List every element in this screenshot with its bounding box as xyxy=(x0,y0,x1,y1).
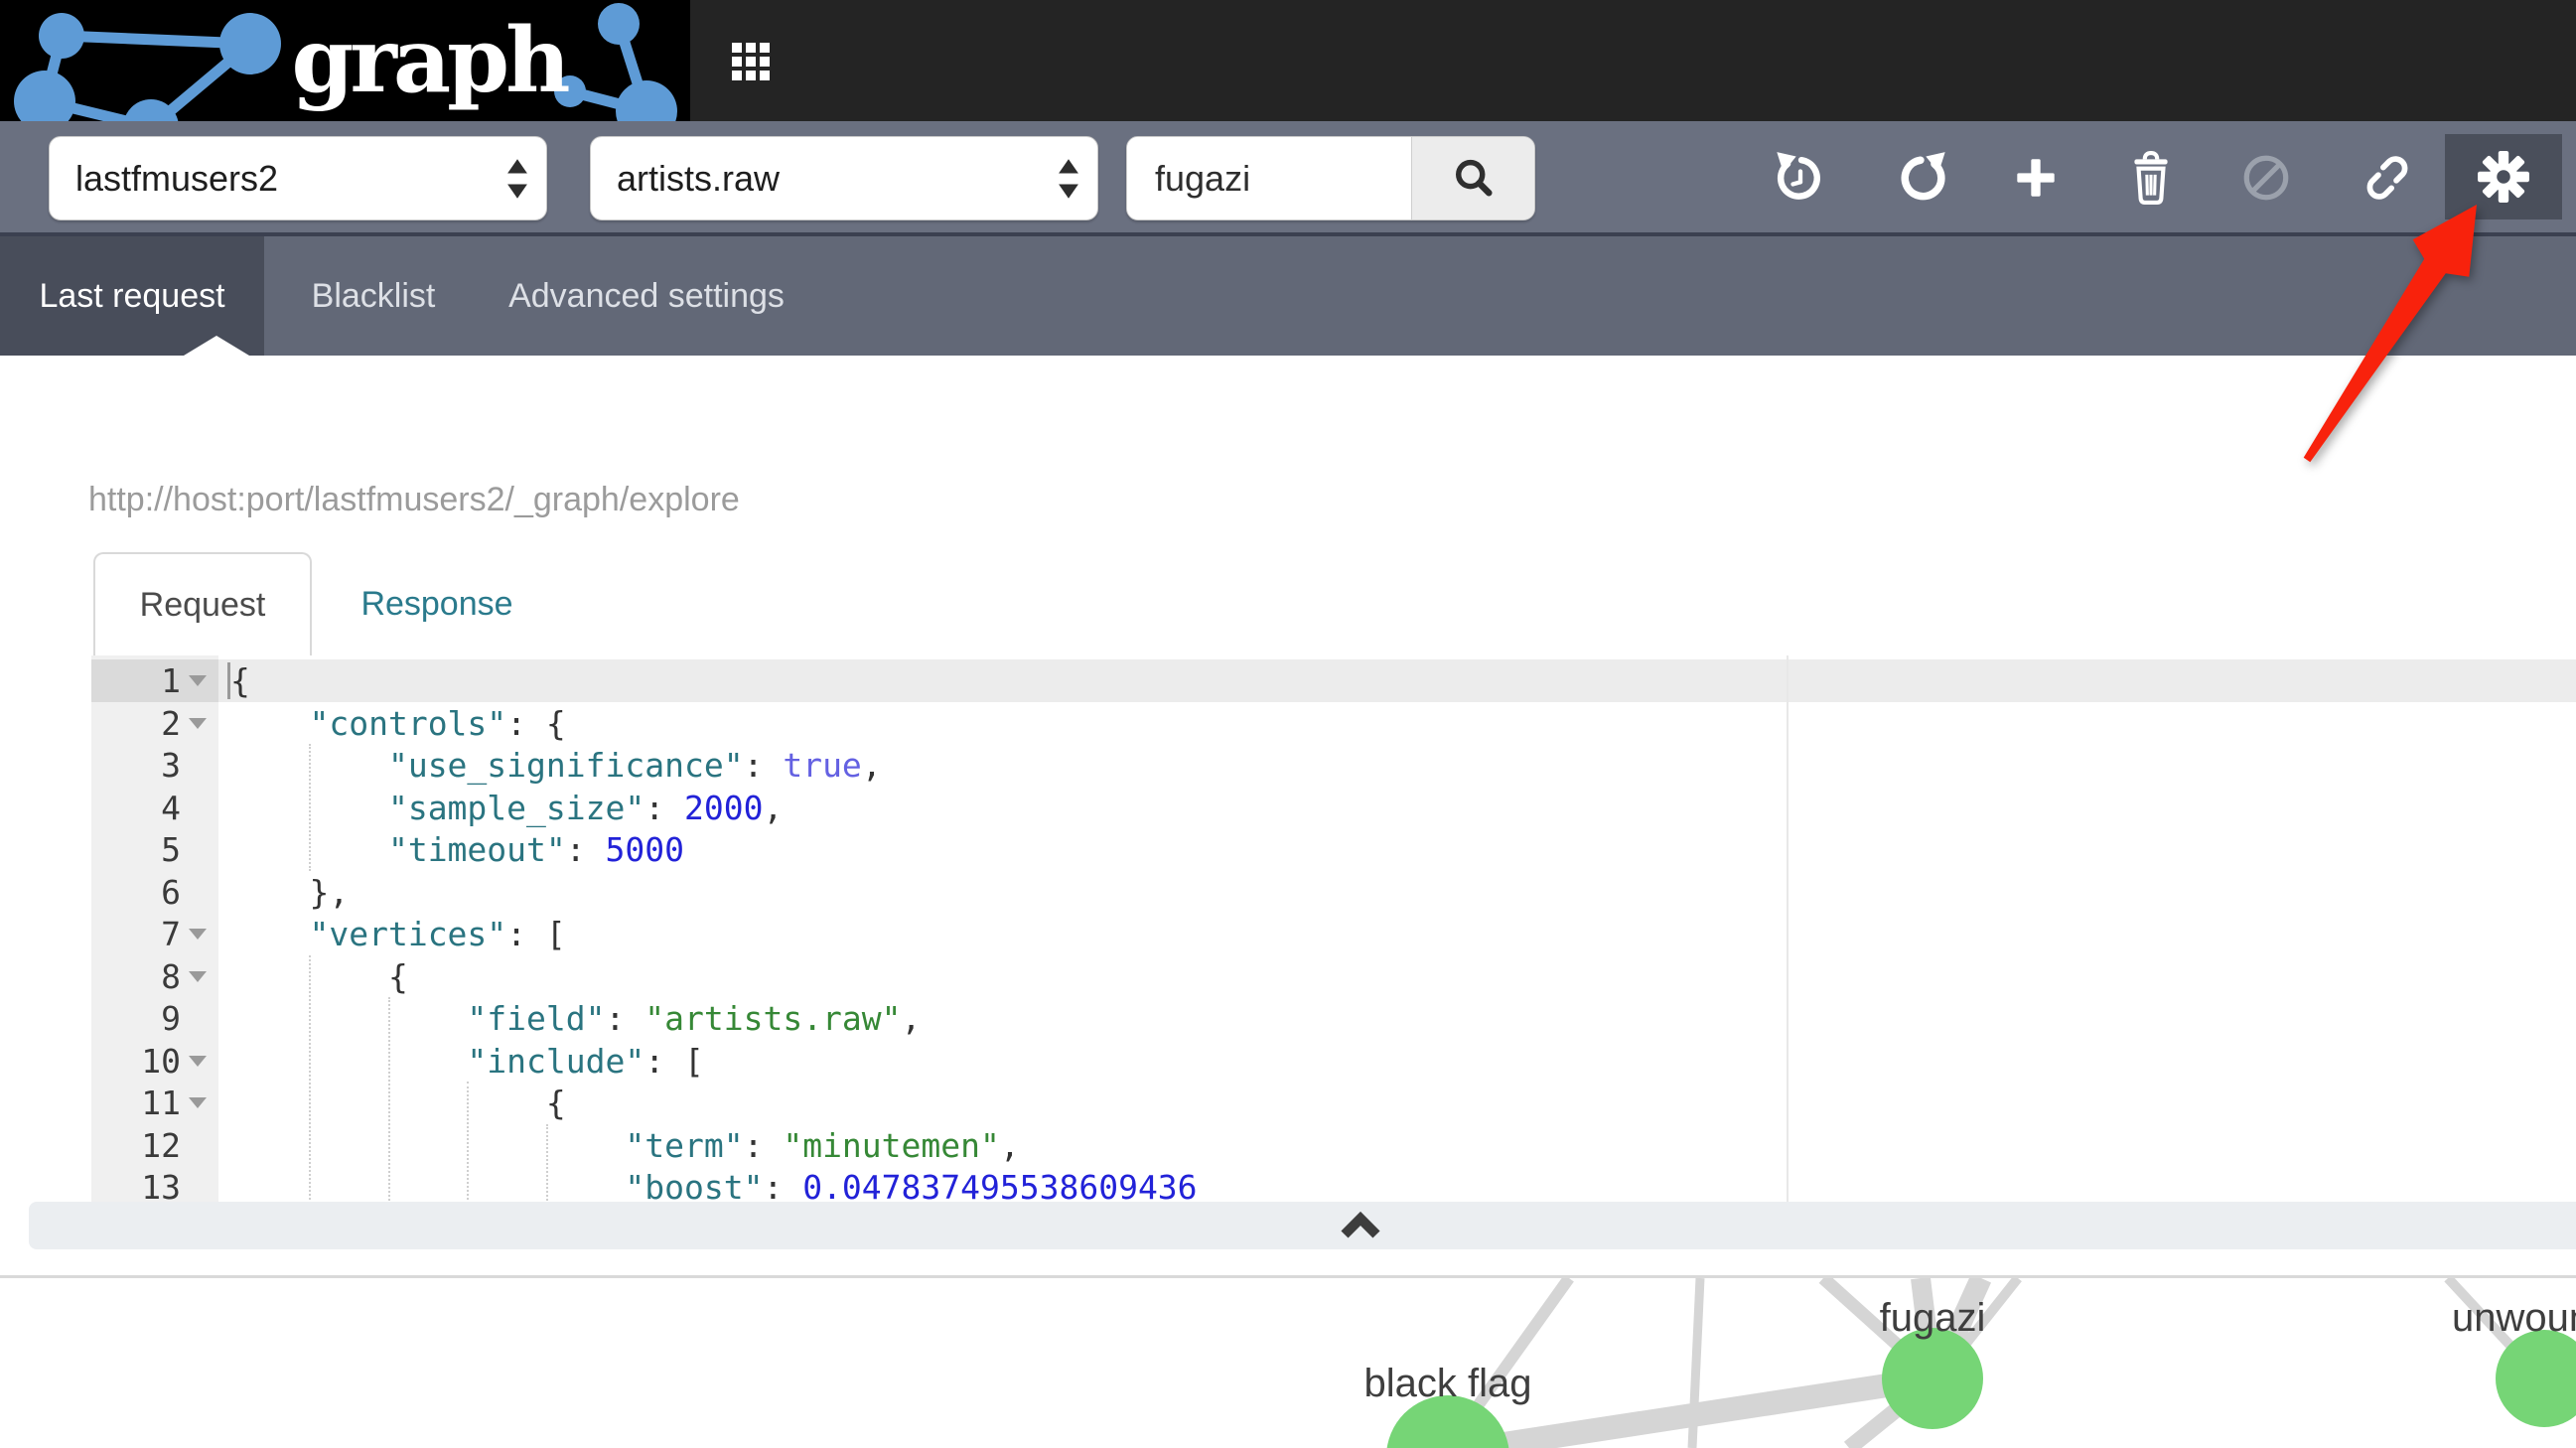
editor-line-number: 2 xyxy=(91,702,218,745)
editor-line-number: 5 xyxy=(91,828,218,871)
top-navbar: graph xyxy=(0,0,2576,121)
fold-arrow-icon[interactable] xyxy=(189,1097,207,1108)
graph-node-label-fugazi: fugazi xyxy=(1880,1296,1986,1340)
fold-arrow-icon[interactable] xyxy=(189,971,207,982)
editor-code-line: "field": "artists.raw", xyxy=(230,997,921,1040)
editor-line-number: 9 xyxy=(91,997,218,1040)
editor-code-line: { xyxy=(230,955,408,998)
fold-arrow-icon[interactable] xyxy=(189,675,207,686)
editor-line-number: 6 xyxy=(91,871,218,914)
graph-node-label-black-flag: black flag xyxy=(1364,1362,1532,1405)
fold-arrow-icon[interactable] xyxy=(189,718,207,729)
block-ban-icon xyxy=(2239,151,2293,205)
index-select-value: lastfmusers2 xyxy=(75,158,506,200)
delete-trash-icon xyxy=(2126,150,2176,206)
search-bar xyxy=(1126,136,1535,220)
request-json-editor[interactable]: 12345678910111213 { "controls": { "use_s… xyxy=(0,655,2576,1204)
settings-gear-icon xyxy=(2477,150,2530,204)
request-url: http://host:port/lastfmusers2/_graph/exp… xyxy=(88,481,740,519)
editor-code-line: { xyxy=(230,1082,566,1124)
block-button[interactable] xyxy=(2230,142,2302,214)
tab-advanced-settings-label: Advanced settings xyxy=(508,277,785,316)
graph-node-fugazi[interactable] xyxy=(1882,1328,1983,1429)
editor-code-line: "sample_size": 2000, xyxy=(230,787,783,829)
kibana-graph-app: graph lastfmusers2 artists.raw xyxy=(0,0,2576,1448)
add-icon xyxy=(2009,151,2063,205)
fold-arrow-icon[interactable] xyxy=(189,1056,207,1067)
editor-code-line: "vertices": [ xyxy=(230,913,566,955)
editor-line-number: 10 xyxy=(91,1040,218,1083)
add-node-button[interactable] xyxy=(2000,142,2072,214)
undo-history-icon xyxy=(1773,150,1828,206)
settings-button[interactable] xyxy=(2445,134,2562,219)
editor-code-line: "term": "minutemen", xyxy=(230,1124,1020,1167)
editor-line-number: 4 xyxy=(91,787,218,829)
redo-icon xyxy=(1894,150,1949,206)
editor-line-number: 1 xyxy=(91,659,218,702)
editor-code-line: { xyxy=(230,659,250,702)
tab-advanced-settings[interactable]: Advanced settings xyxy=(483,236,810,356)
undo-button[interactable] xyxy=(1765,142,1836,214)
tab-request[interactable]: Request xyxy=(93,552,312,655)
editor-code-line: }, xyxy=(230,871,349,914)
graph-logo-art: graph xyxy=(0,0,690,121)
tab-response-label: Response xyxy=(360,585,512,624)
delete-button[interactable] xyxy=(2115,142,2187,214)
editor-code-line: "boost": 0.047837495538609436 xyxy=(230,1166,1198,1204)
graph-node-label-unwound: unwound xyxy=(2452,1296,2576,1340)
brand-wordmark: graph xyxy=(291,8,569,113)
active-tab-notch xyxy=(184,336,249,356)
graph-workspace: black flag fugazi unwound xyxy=(0,1278,2576,1448)
chevron-up-icon xyxy=(1339,1211,1382,1240)
collapse-panel-bar[interactable] xyxy=(29,1202,2576,1249)
graph-logo: graph xyxy=(0,0,690,121)
search-input[interactable] xyxy=(1127,137,1411,219)
editor-text-cursor xyxy=(227,662,230,699)
editor-line-number: 3 xyxy=(91,744,218,787)
unlink-icon xyxy=(2361,151,2414,205)
field-select[interactable]: artists.raw xyxy=(590,136,1098,220)
editor-line-number: 13 xyxy=(91,1166,218,1204)
unlink-button[interactable] xyxy=(2352,142,2423,214)
select-spinner-icon xyxy=(1058,156,1079,202)
tab-last-request-label: Last request xyxy=(39,277,224,316)
editor-active-line xyxy=(218,659,2576,702)
search-button[interactable] xyxy=(1411,137,1534,219)
editor-line-number: 7 xyxy=(91,913,218,955)
apps-grid-icon[interactable] xyxy=(725,36,777,87)
editor-line-number: 8 xyxy=(91,955,218,998)
select-spinner-icon xyxy=(506,156,528,202)
tab-blacklist[interactable]: Blacklist xyxy=(264,236,483,356)
search-icon xyxy=(1450,155,1498,203)
editor-code-line: "timeout": 5000 xyxy=(230,828,684,871)
editor-print-margin xyxy=(1787,655,1789,1204)
tab-blacklist-label: Blacklist xyxy=(312,277,436,316)
field-select-value: artists.raw xyxy=(617,158,1058,200)
editor-code-line: "include": [ xyxy=(230,1040,704,1083)
index-select[interactable]: lastfmusers2 xyxy=(49,136,547,220)
editor-code-line: "use_significance": true, xyxy=(230,744,882,787)
editor-line-number: 11 xyxy=(91,1082,218,1124)
tab-request-label: Request xyxy=(140,586,266,625)
redo-button[interactable] xyxy=(1886,142,1957,214)
editor-code-line: "controls": { xyxy=(230,702,566,745)
editor-line-number: 12 xyxy=(91,1124,218,1167)
tab-response[interactable]: Response xyxy=(358,552,516,655)
fold-arrow-icon[interactable] xyxy=(189,929,207,940)
